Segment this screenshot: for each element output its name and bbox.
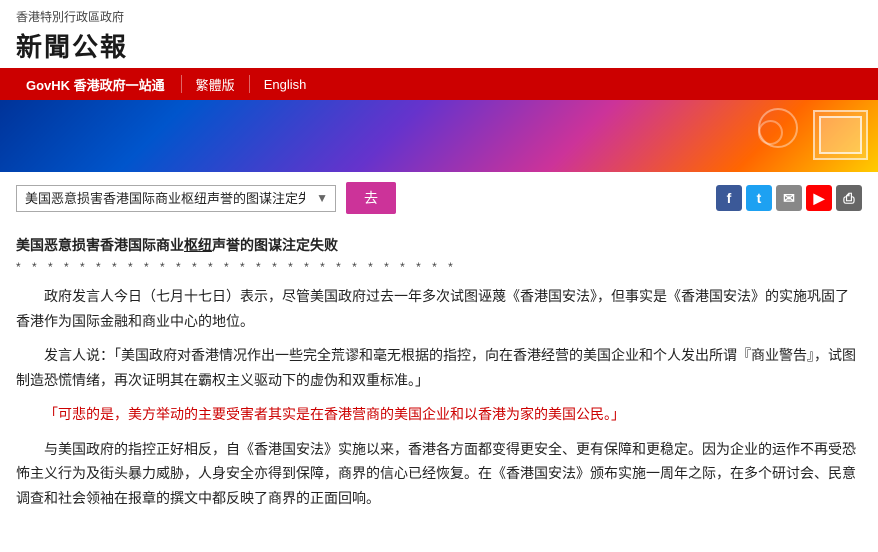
stars-line: * * * * * * * * * * * * * * * * * * * * … bbox=[16, 260, 862, 274]
facebook-icon[interactable]: f bbox=[716, 185, 742, 211]
print-icon[interactable]: ⎙ bbox=[836, 185, 862, 211]
header-title: 新聞公報 bbox=[16, 27, 862, 64]
paragraph-3: 与美国政府的指控正好相反，自《香港国安法》实施以来，香港各方面都变得更安全、更有… bbox=[16, 437, 862, 511]
paragraph-1: 政府发言人今日（七月十七日）表示，尽管美国政府过去一年多次试图诬蔑《香港国安法》… bbox=[16, 284, 862, 333]
email-icon[interactable]: ✉ bbox=[776, 185, 802, 211]
nav-bar: GovHK 香港政府一站通 繁體版 English bbox=[0, 68, 878, 100]
article-title: 美国恶意损害香港国际商业枢纽声誉的图谋注定失败 bbox=[16, 234, 862, 256]
nav-english-link[interactable]: English bbox=[256, 77, 315, 92]
nav-divider bbox=[181, 75, 182, 93]
paragraph-2: 发言人说：「美国政府对香港情况作出一些完全荒谬和毫无根据的指控，向在香港经营的美… bbox=[16, 343, 862, 392]
go-button[interactable]: 去 bbox=[346, 182, 396, 214]
nav-traditional-link[interactable]: 繁體版 bbox=[188, 75, 243, 94]
banner bbox=[0, 100, 878, 172]
nav-govhk-link[interactable]: GovHK 香港政府一站通 bbox=[16, 68, 175, 100]
banner-box-inner bbox=[819, 116, 862, 154]
toolbar: 美国恶意损害香港国际商业枢纽声誉的图谋注定失败 ▼ 去 f t ✉ ▶ ⎙ bbox=[0, 172, 878, 224]
article-content: 美国恶意损害香港国际商业枢纽声誉的图谋注定失败 * * * * * * * * … bbox=[0, 224, 878, 536]
article-title-text: 美国恶意损害香港国际商业枢纽声誉的图谋注定失败 bbox=[16, 237, 338, 253]
header-subtitle: 香港特別行政區政府 bbox=[16, 8, 862, 25]
banner-circle2 bbox=[758, 120, 783, 145]
highlight-quote: 「可悲的是，美方举动的主要受害者其实是在香港营商的美国企业和以香港为家的美国公民… bbox=[16, 402, 862, 427]
header: 香港特別行政區政府 新聞公報 bbox=[0, 0, 878, 68]
govhk-label: GovHK 香港政府一站通 bbox=[26, 75, 165, 94]
youtube-icon[interactable]: ▶ bbox=[806, 185, 832, 211]
twitter-icon[interactable]: t bbox=[746, 185, 772, 211]
article-select[interactable]: 美国恶意损害香港国际商业枢纽声誉的图谋注定失败 bbox=[16, 185, 336, 212]
article-select-wrapper: 美国恶意损害香港国际商业枢纽声誉的图谋注定失败 ▼ bbox=[16, 185, 336, 212]
article-title-underline: 枢纽 bbox=[184, 237, 212, 253]
social-icons: f t ✉ ▶ ⎙ bbox=[716, 185, 862, 211]
nav-divider2 bbox=[249, 75, 250, 93]
